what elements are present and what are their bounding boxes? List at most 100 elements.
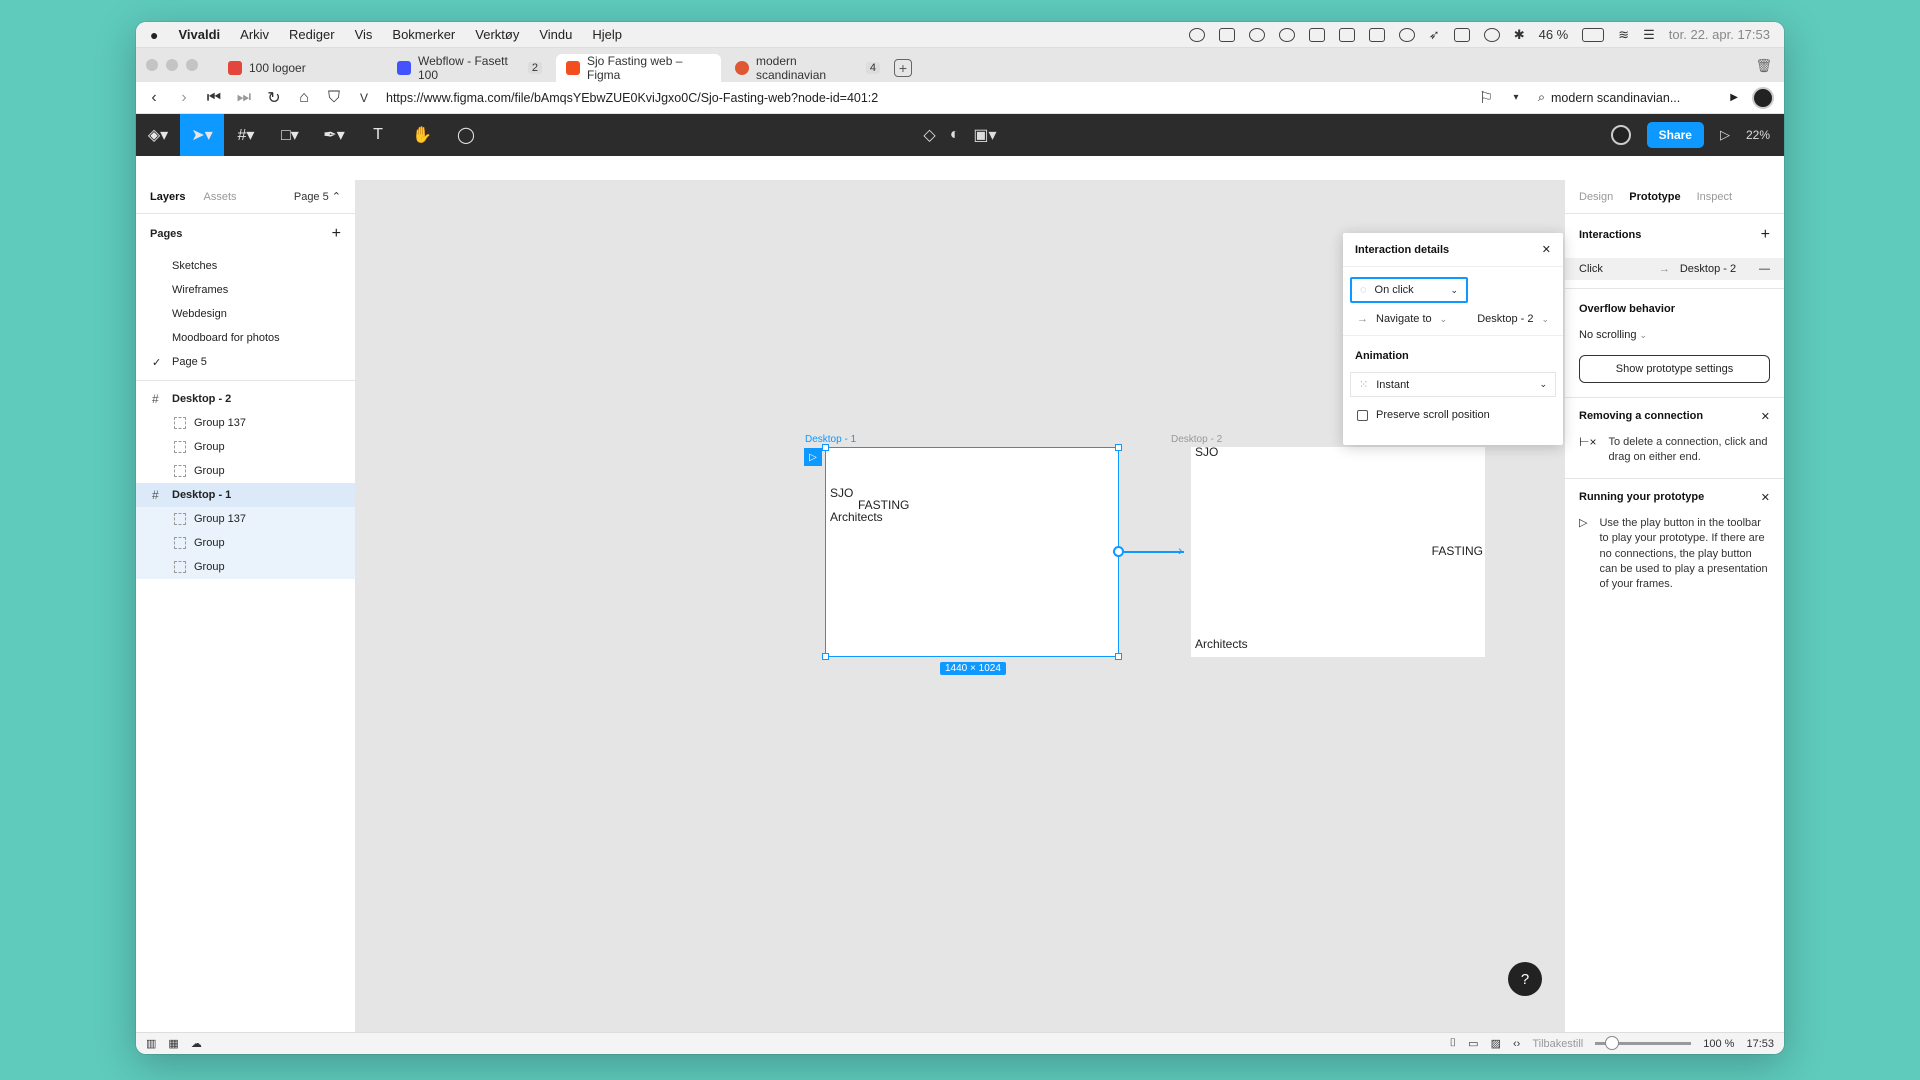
page-selector[interactable]: Page 5 ⌃ bbox=[294, 190, 341, 203]
pen-tool-icon[interactable]: ✒▾ bbox=[312, 114, 356, 156]
profile-avatar[interactable] bbox=[1752, 86, 1774, 109]
zoom-window-button[interactable] bbox=[186, 59, 198, 71]
mask-icon[interactable]: ◐ bbox=[950, 126, 960, 144]
menu-vis[interactable]: Vis bbox=[355, 27, 373, 42]
window-icon[interactable]: ▭ bbox=[1468, 1037, 1478, 1050]
menubar-datetime[interactable]: tor. 22. apr. 17:53 bbox=[1669, 27, 1770, 42]
close-icon[interactable]: ✕ bbox=[1761, 491, 1770, 504]
reload-icon[interactable]: ↻ bbox=[266, 88, 282, 108]
tab-100-logoer[interactable]: 100 logoer bbox=[218, 54, 383, 82]
code-icon[interactable]: ‹› bbox=[1513, 1038, 1520, 1050]
preserve-scroll-option[interactable]: Preserve scroll position bbox=[1343, 397, 1563, 433]
tab-figma[interactable]: Sjo Fasting web – Figma bbox=[556, 54, 721, 82]
wifi-icon[interactable]: ≋ bbox=[1618, 27, 1629, 43]
play-frame-icon[interactable]: ▷ bbox=[804, 448, 822, 466]
back-icon[interactable]: ‹ bbox=[146, 89, 162, 107]
note-icon[interactable] bbox=[1368, 27, 1385, 42]
connection-line[interactable] bbox=[1124, 551, 1184, 553]
tab-webflow[interactable]: Webflow - Fasett 100 2 bbox=[387, 54, 552, 82]
menu-arkiv[interactable]: Arkiv bbox=[240, 27, 269, 42]
apple-icon[interactable]: ● bbox=[150, 27, 158, 43]
connection-handle[interactable] bbox=[1113, 546, 1124, 557]
remove-interaction-icon[interactable]: — bbox=[1759, 263, 1770, 275]
keyboard-icon[interactable] bbox=[1453, 27, 1470, 42]
frame-desktop-1[interactable]: SJO FASTING Architects bbox=[825, 447, 1119, 657]
tab-design[interactable]: Design bbox=[1579, 191, 1613, 203]
search-field[interactable]: ⌕ modern scandinavian... ▶ bbox=[1538, 90, 1738, 105]
add-interaction-icon[interactable]: + bbox=[1761, 226, 1770, 244]
vivaldi-icon[interactable]: V bbox=[356, 91, 372, 105]
tab-layers[interactable]: Layers bbox=[150, 191, 185, 203]
dropdown-icon[interactable]: ▾ bbox=[1508, 92, 1524, 103]
tile-icon[interactable]: ▦ bbox=[168, 1037, 178, 1050]
hand-tool-icon[interactable]: ✋ bbox=[400, 114, 444, 156]
help-button[interactable]: ? bbox=[1508, 962, 1542, 996]
panel-toggle-icon[interactable]: ▥ bbox=[146, 1037, 156, 1050]
minimize-window-button[interactable] bbox=[166, 59, 178, 71]
tab-assets[interactable]: Assets bbox=[203, 191, 236, 203]
menu-verktoy[interactable]: Verktøy bbox=[475, 27, 519, 42]
circle-icon[interactable] bbox=[1278, 27, 1295, 42]
close-icon[interactable]: ✕ bbox=[1761, 410, 1770, 423]
frame-tool-icon[interactable]: #▾ bbox=[224, 114, 268, 156]
layer-group[interactable]: Group bbox=[136, 435, 355, 459]
add-page-icon[interactable]: + bbox=[332, 225, 341, 243]
control-center-icon[interactable]: ☰ bbox=[1643, 27, 1655, 43]
layer-frame-selected[interactable]: Desktop - 1 bbox=[136, 483, 355, 507]
image-icon[interactable]: ▨ bbox=[1491, 1037, 1501, 1050]
move-tool-icon[interactable]: ➤▾ bbox=[180, 114, 224, 156]
layer-group[interactable]: Group bbox=[136, 555, 355, 579]
camera-icon[interactable]: ⌷ bbox=[1450, 1037, 1457, 1050]
menu-rediger[interactable]: Rediger bbox=[289, 27, 335, 42]
tab-inspect[interactable]: Inspect bbox=[1697, 191, 1732, 203]
boolean-icon[interactable]: ▣▾ bbox=[973, 125, 996, 145]
page-item-wireframes[interactable]: Wireframes bbox=[136, 278, 355, 302]
rocket-icon[interactable]: ➶ bbox=[1429, 27, 1440, 43]
tab-modern-scandinavian[interactable]: modern scandinavian 4 bbox=[725, 54, 890, 82]
component-icon[interactable]: ◇ bbox=[923, 125, 935, 145]
frame-label[interactable]: Desktop - 1 bbox=[805, 434, 856, 445]
close-icon[interactable]: ✕ bbox=[1542, 243, 1551, 256]
url-field[interactable]: https://www.figma.com/file/bAmqsYEbwZUE0… bbox=[386, 91, 1464, 105]
app-icon[interactable] bbox=[1338, 27, 1355, 42]
close-window-button[interactable] bbox=[146, 59, 158, 71]
home-icon[interactable]: ⌂ bbox=[296, 89, 312, 107]
robot-icon[interactable] bbox=[1483, 27, 1500, 42]
trigger-select[interactable]: ◌ On click ⌄ bbox=[1350, 277, 1468, 303]
search-go-icon[interactable]: ▶ bbox=[1730, 92, 1738, 103]
comment-tool-icon[interactable]: ◯ bbox=[444, 114, 488, 156]
new-tab-button[interactable]: + bbox=[894, 59, 912, 77]
page-item-webdesign[interactable]: Webdesign bbox=[136, 302, 355, 326]
layer-group[interactable]: Group bbox=[136, 531, 355, 555]
interaction-row[interactable]: Click → Desktop - 2 — bbox=[1565, 258, 1784, 280]
layer-group[interactable]: Group bbox=[136, 459, 355, 483]
fast-forward-icon[interactable]: ⏭ bbox=[236, 89, 252, 107]
creative-cloud-icon[interactable] bbox=[1248, 27, 1265, 42]
trash-icon[interactable]: 🗑 bbox=[1755, 58, 1772, 74]
show-prototype-settings-button[interactable]: Show prototype settings bbox=[1579, 355, 1770, 383]
display-icon[interactable] bbox=[1308, 27, 1325, 42]
menu-bokmerker[interactable]: Bokmerker bbox=[392, 27, 455, 42]
zoom-slider-thumb[interactable] bbox=[1605, 1036, 1620, 1050]
figma-menu-icon[interactable]: ◈▾ bbox=[136, 114, 180, 156]
zoom-slider[interactable] bbox=[1595, 1036, 1692, 1050]
password-icon[interactable] bbox=[1398, 27, 1415, 42]
shape-tool-icon[interactable]: □▾ bbox=[268, 114, 312, 156]
resize-handle[interactable] bbox=[822, 653, 829, 660]
tab-prototype[interactable]: Prototype bbox=[1629, 191, 1680, 203]
rewind-icon[interactable]: ⏮ bbox=[206, 89, 222, 107]
frame-desktop-2[interactable]: SJO FASTING Architects bbox=[1191, 445, 1485, 657]
battery-icon[interactable] bbox=[1582, 27, 1605, 42]
menu-vindu[interactable]: Vindu bbox=[539, 27, 572, 42]
preserve-scroll-checkbox[interactable] bbox=[1357, 409, 1368, 421]
shield-icon[interactable]: ⛉ bbox=[326, 89, 342, 107]
share-button[interactable]: Share bbox=[1646, 122, 1704, 148]
text-tool-icon[interactable]: T bbox=[356, 114, 400, 156]
user-avatar[interactable] bbox=[1610, 125, 1631, 145]
animation-select[interactable]: ⁙ Instant ⌄ bbox=[1350, 372, 1556, 397]
menu-app-name[interactable]: Vivaldi bbox=[178, 27, 220, 42]
frame-label[interactable]: Desktop - 2 bbox=[1171, 434, 1222, 445]
layer-group[interactable]: Group 137 bbox=[136, 507, 355, 531]
forward-icon[interactable]: › bbox=[176, 89, 192, 107]
page-item-page-5[interactable]: Page 5 bbox=[136, 350, 355, 374]
